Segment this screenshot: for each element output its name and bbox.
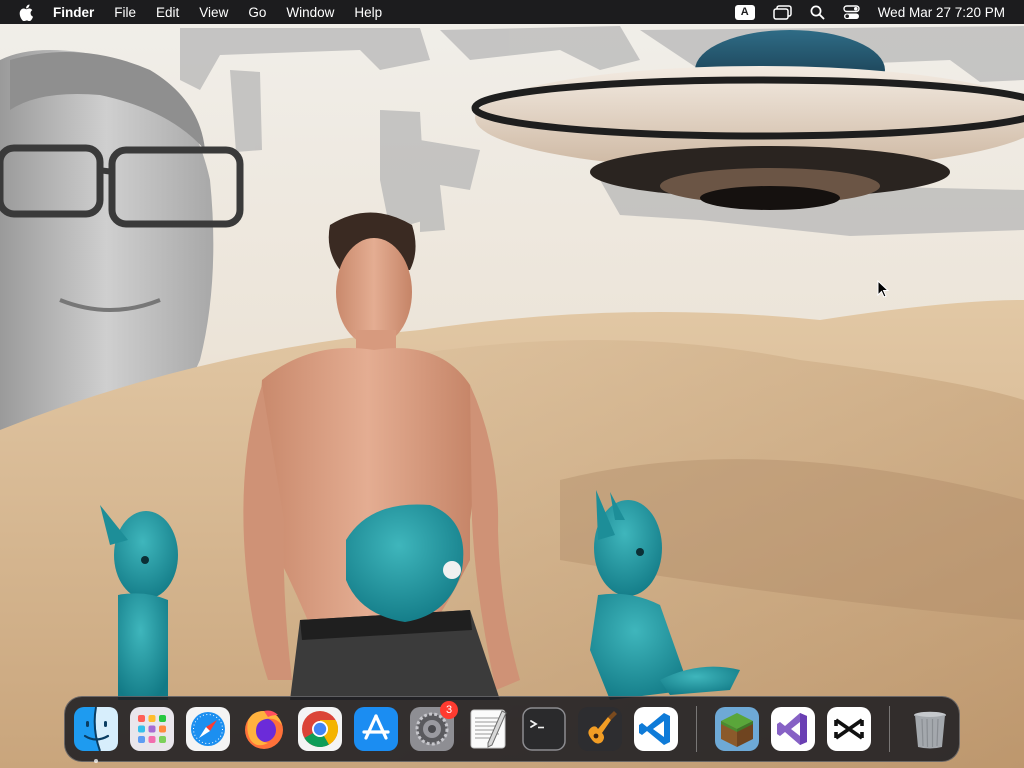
firefox-icon [245, 710, 283, 749]
chrome-icon [298, 707, 342, 751]
dock-app-garageband[interactable] [578, 707, 622, 751]
dock-separator-trash [889, 706, 890, 752]
menu-view[interactable]: View [199, 5, 228, 20]
menu-bar: Finder File Edit View Go Window Help A W… [0, 0, 1024, 24]
dock-app-finder[interactable] [74, 707, 118, 763]
input-source-letter: A [734, 4, 755, 20]
dock-app-system-settings[interactable]: 3 [410, 701, 458, 751]
dock-app-minecraft[interactable] [715, 707, 759, 751]
launchpad-icon [130, 707, 174, 751]
vscode-icon [634, 707, 678, 751]
trash-icon [914, 711, 946, 749]
spotlight-search-icon[interactable] [810, 5, 825, 20]
dock-app-trash[interactable] [908, 707, 952, 751]
apple-menu-icon[interactable] [19, 4, 33, 21]
dock-app-capcut[interactable] [827, 707, 871, 751]
menu-app-finder[interactable]: Finder [53, 5, 94, 20]
minecraft-icon [715, 707, 759, 751]
screen-mirroring-icon[interactable] [772, 4, 792, 20]
dock-app-textedit[interactable] [466, 707, 510, 751]
input-source-icon[interactable]: A [734, 4, 755, 20]
desktop[interactable]: Finder File Edit View Go Window Help A W… [0, 0, 1024, 768]
capcut-icon [827, 707, 871, 751]
dock-app-app-store[interactable] [354, 707, 398, 751]
mouse-pointer-icon [877, 280, 889, 298]
dock-app-terminal[interactable] [522, 707, 566, 751]
dock: 3 [64, 696, 960, 763]
dock-app-vscode[interactable] [634, 707, 678, 751]
menu-help[interactable]: Help [354, 5, 382, 20]
visual-studio-icon [771, 707, 815, 751]
dock-app-visual-studio[interactable] [771, 707, 815, 751]
finder-icon [74, 707, 118, 751]
dock-separator [696, 706, 697, 752]
app-store-icon [354, 707, 398, 751]
notification-badge: 3 [440, 701, 458, 719]
garageband-icon [578, 707, 622, 751]
terminal-icon [522, 707, 566, 751]
menu-edit[interactable]: Edit [156, 5, 179, 20]
menu-file[interactable]: File [114, 5, 136, 20]
menu-window[interactable]: Window [286, 5, 334, 20]
menu-bar-clock[interactable]: Wed Mar 27 7:20 PM [878, 5, 1005, 20]
running-indicator [94, 759, 98, 763]
desktop-wallpaper [0, 0, 1024, 768]
dock-app-chrome[interactable] [298, 707, 342, 751]
menu-go[interactable]: Go [248, 5, 266, 20]
safari-icon [186, 707, 230, 751]
dock-app-launchpad[interactable] [130, 707, 174, 751]
dock-app-safari[interactable] [186, 707, 230, 751]
textedit-icon [470, 709, 507, 749]
dock-app-firefox[interactable] [242, 707, 286, 751]
control-center-icon[interactable] [842, 4, 860, 20]
